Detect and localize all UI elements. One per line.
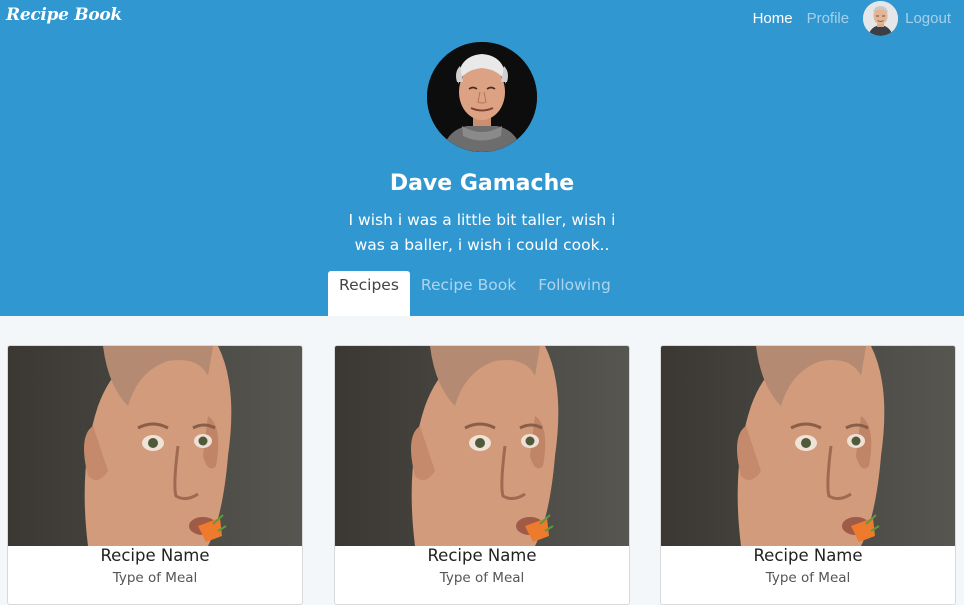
recipe-name[interactable]: Recipe Name (8, 546, 302, 565)
tab-recipes[interactable]: Recipes (328, 271, 410, 316)
recipe-card[interactable]: Recipe Name Type of Meal (334, 345, 630, 605)
tab-following[interactable]: Following (527, 271, 622, 316)
recipe-meal-type: Type of Meal (765, 570, 851, 586)
nav-logout-link[interactable]: Logout (905, 10, 951, 27)
recipe-meal-type: Type of Meal (112, 570, 198, 586)
recipe-card[interactable]: Recipe Name Type of Meal (660, 345, 956, 605)
brand-logo[interactable]: Recipe Book (6, 5, 122, 25)
profile-tabs: Recipes Recipe Book Following (328, 271, 622, 316)
user-avatar-icon[interactable] (863, 0, 899, 36)
profile-header: Recipe Book Home Profile Logout Dave Gam… (0, 0, 964, 316)
nav-home-link[interactable]: Home (753, 10, 793, 27)
recipe-photo-icon[interactable] (661, 346, 955, 546)
profile-name: Dave Gamache (389, 171, 575, 196)
nav-profile-link[interactable]: Profile (807, 10, 850, 27)
recipe-photo-icon[interactable] (8, 346, 302, 546)
recipe-photo-icon[interactable] (335, 346, 629, 546)
recipe-card[interactable]: Recipe Name Type of Meal (7, 345, 303, 605)
profile-bio: I wish i was a little bit taller, wish i… (348, 211, 616, 254)
nav-links: Home Profile Logout (753, 0, 951, 36)
tab-recipe-book[interactable]: Recipe Book (410, 271, 527, 316)
profile-photo-icon (427, 42, 537, 152)
recipe-name[interactable]: Recipe Name (661, 546, 955, 565)
recipe-meal-type: Type of Meal (439, 570, 525, 586)
recipe-card-list: Recipe Name Type of Meal Recipe Name Typ… (0, 316, 964, 605)
navbar: Recipe Book Home Profile Logout (0, 0, 964, 36)
recipe-name[interactable]: Recipe Name (335, 546, 629, 565)
